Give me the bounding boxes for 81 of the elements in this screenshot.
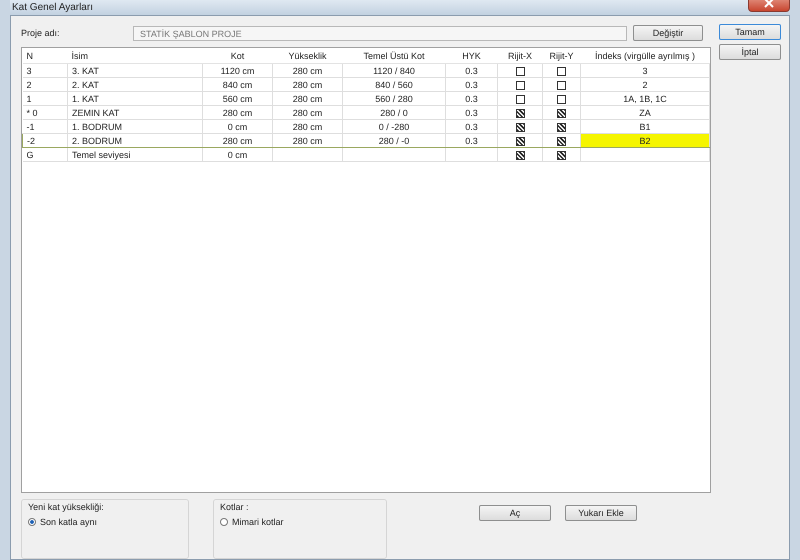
group-title: Kotlar :: [220, 502, 250, 512]
table-cell: 280 cm: [202, 134, 272, 148]
table-cell: 0.3: [446, 106, 498, 120]
table-cell: 2. BODRUM: [68, 134, 202, 148]
action-button[interactable]: Yukarı Ekle: [565, 505, 637, 521]
table-cell: 1. KAT: [68, 92, 202, 106]
table-cell: 0 cm: [202, 148, 272, 162]
table-cell: 3. KAT: [68, 64, 202, 78]
table-cell: 1120 / 840: [342, 64, 446, 78]
change-button[interactable]: Değiştir: [633, 25, 703, 41]
table-cell: 2: [580, 78, 710, 92]
table-cell: -1: [22, 120, 68, 134]
column-header: Temel Üstü Kot: [342, 48, 446, 64]
close-icon: [763, 0, 775, 8]
radio-option[interactable]: Son katla aynı: [28, 517, 182, 527]
checkbox[interactable]: [557, 94, 566, 104]
table-cell: B2: [580, 134, 710, 148]
column-header: Rijit-Y: [542, 48, 580, 64]
table-cell: 280 cm: [272, 106, 342, 120]
window-title: Kat Genel Ayarları: [11, 2, 93, 13]
table-cell: 0 cm: [202, 120, 272, 134]
checkbox[interactable]: [557, 150, 566, 160]
checkbox[interactable]: [516, 66, 524, 76]
column-header: N: [22, 48, 68, 64]
table-cell: 840 / 560: [342, 78, 446, 92]
table-cell: 0 / -280: [342, 120, 446, 134]
table-cell: 0.3: [446, 92, 498, 106]
table-cell: 280 cm: [272, 78, 342, 92]
dialog-button[interactable]: İptal: [719, 44, 781, 60]
table-cell: 1120 cm: [202, 64, 272, 78]
checkbox[interactable]: [557, 136, 566, 146]
table-cell: 280 cm: [272, 134, 342, 148]
table-cell: 560 cm: [202, 92, 272, 106]
checkbox[interactable]: [557, 80, 566, 90]
table-cell: 280 / -0: [342, 134, 446, 148]
radio-option[interactable]: Mimari kotlar: [220, 517, 380, 527]
column-header: Rijit-X: [498, 48, 542, 64]
checkbox[interactable]: [557, 122, 566, 132]
table-cell: 280 cm: [272, 92, 342, 106]
table-cell: 560 / 280: [342, 92, 446, 106]
project-label: Proje adı:: [21, 28, 61, 38]
group-title: Yeni kat yüksekliği:: [28, 502, 105, 512]
action-button[interactable]: Aç: [479, 505, 551, 521]
table-cell: 1. BODRUM: [68, 120, 202, 134]
table-cell: 2: [22, 78, 68, 92]
checkbox[interactable]: [516, 136, 524, 146]
checkbox[interactable]: [557, 66, 566, 76]
table-cell: G: [22, 148, 68, 162]
checkbox[interactable]: [557, 108, 566, 118]
table-cell: 1: [22, 92, 68, 106]
table-cell: [272, 148, 342, 162]
column-header: Yükseklik: [272, 48, 342, 64]
checkbox[interactable]: [516, 150, 524, 160]
table-cell: ZEMIN KAT: [68, 106, 202, 120]
table-cell: 0.3: [446, 134, 498, 148]
column-header: İsim: [68, 48, 202, 64]
table-cell: ZA: [580, 106, 710, 120]
checkbox[interactable]: [516, 108, 524, 118]
table-cell: -2: [22, 134, 68, 148]
table-cell: 1A, 1B, 1C: [580, 92, 710, 106]
column-header: Kot: [202, 48, 272, 64]
checkbox[interactable]: [516, 122, 524, 132]
dialog-button[interactable]: Tamam: [719, 24, 781, 40]
project-name-field[interactable]: STATİK ŞABLON PROJE: [133, 26, 627, 40]
column-header: HYK: [446, 48, 498, 64]
table-cell: 0.3: [446, 120, 498, 134]
table-cell: 3: [580, 64, 710, 78]
table-cell: 0.3: [446, 64, 498, 78]
table-cell: * 0: [22, 106, 68, 120]
checkbox[interactable]: [516, 94, 524, 104]
table-cell: 2. KAT: [68, 78, 202, 92]
table-cell: Temel seviyesi: [68, 148, 202, 162]
table-cell: 840 cm: [202, 78, 272, 92]
table-cell: 280 cm: [272, 64, 342, 78]
table-cell: 3: [22, 64, 68, 78]
table-cell: 280 cm: [272, 120, 342, 134]
table-cell: 280 cm: [202, 106, 272, 120]
table-cell: 0.3: [446, 78, 498, 92]
table-cell: 280 / 0: [342, 106, 446, 120]
checkbox[interactable]: [516, 80, 524, 90]
column-header: İndeks (virgülle ayrılmış ): [580, 48, 710, 64]
